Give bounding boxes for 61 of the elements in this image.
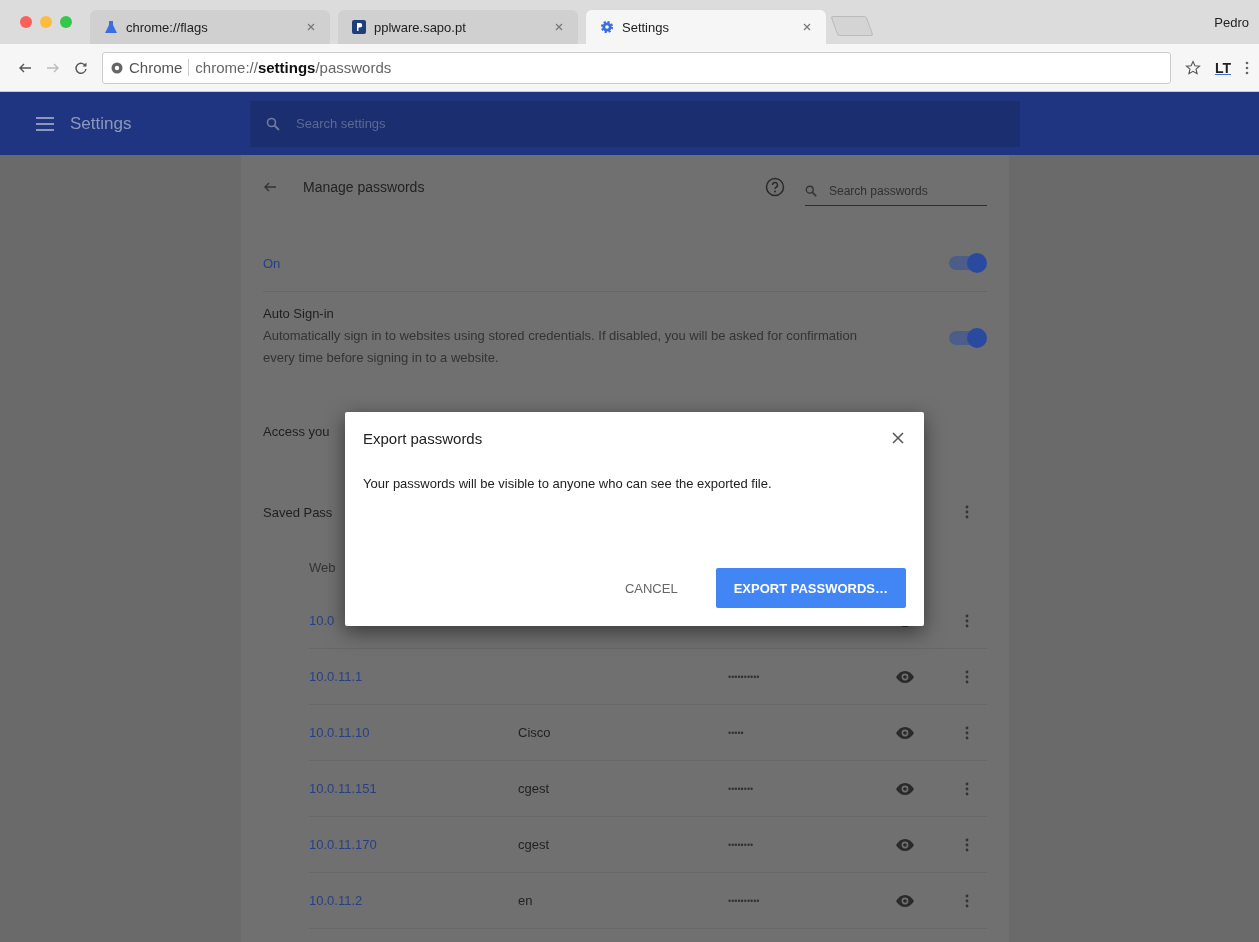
reload-icon[interactable] [74,60,88,75]
username-cell: en [518,893,533,908]
password-dots: •••••••• [728,839,754,850]
url-text: chrome://settings/passwords [195,59,392,76]
browser-tab[interactable]: pplware.sapo.pt [338,10,578,44]
more-options-icon[interactable] [965,505,969,519]
extension-button[interactable]: LT [1214,59,1231,76]
settings-title: Settings [70,113,132,134]
eye-icon[interactable] [895,725,915,740]
password-dots: •••••••• [728,783,754,794]
eye-icon[interactable] [895,781,915,796]
setting-title: Auto Sign-in [263,306,335,321]
more-options-icon[interactable] [965,725,969,740]
close-icon[interactable] [892,432,904,444]
search-input[interactable]: Search settings [294,115,1004,132]
profile-name[interactable]: Pedro [1214,14,1249,30]
search-field[interactable]: Search passwords [805,176,987,206]
status-label: On [263,255,281,271]
menu-icon[interactable] [1245,60,1249,75]
search-input[interactable]: Search passwords [827,182,971,199]
section-heading: Saved Pass [263,504,333,520]
gear-icon [600,20,614,34]
search-icon [266,116,280,131]
eye-icon[interactable] [895,837,915,852]
username-cell: Cisco [518,725,551,740]
close-window-icon[interactable] [20,16,32,28]
eye-icon[interactable] [895,893,915,908]
password-dots: •••••••••• [728,671,760,682]
flask-icon [104,20,118,34]
column-header: Web [309,559,336,575]
eye-icon[interactable] [895,669,915,684]
more-options-icon[interactable] [965,837,969,852]
help-icon[interactable] [765,177,785,197]
zoom-window-icon[interactable] [60,16,72,28]
close-tab-icon[interactable] [802,22,812,32]
password-dots: •••••••••• [728,895,760,906]
export-button[interactable]: EXPORT PASSWORDS… [715,568,906,608]
search-field[interactable]: Search settings [250,100,1020,147]
dialog-message: Your passwords will be visible to anyone who can see the exported file. [363,476,773,491]
chrome-logo-icon [111,61,123,74]
more-options-icon[interactable] [965,781,969,796]
search-icon [805,184,817,197]
dialog-title: Export passwords [363,429,483,447]
browser-tab[interactable]: chrome://flags [90,10,330,44]
origin-label: Chrome [129,59,190,76]
more-options-icon[interactable] [965,669,969,684]
bookmark-star-icon[interactable] [1184,59,1201,76]
close-tab-icon[interactable] [554,22,564,32]
more-options-icon[interactable] [965,613,969,628]
address-bar[interactable]: Chrome chrome://settings/passwords [102,51,1171,84]
page-title: Manage passwords [303,179,426,195]
password-dots: ••••• [728,727,744,738]
letter-p-icon [352,20,366,34]
browser-tab[interactable]: Settings [586,10,826,44]
setting-text: Access you [263,423,330,439]
more-options-icon[interactable] [965,893,969,908]
close-tab-icon[interactable] [306,22,316,32]
username-cell: cgest [518,781,550,796]
username-cell: cgest [518,837,550,852]
cancel-button[interactable]: CANCEL [606,568,696,608]
menu-icon[interactable] [36,116,54,131]
